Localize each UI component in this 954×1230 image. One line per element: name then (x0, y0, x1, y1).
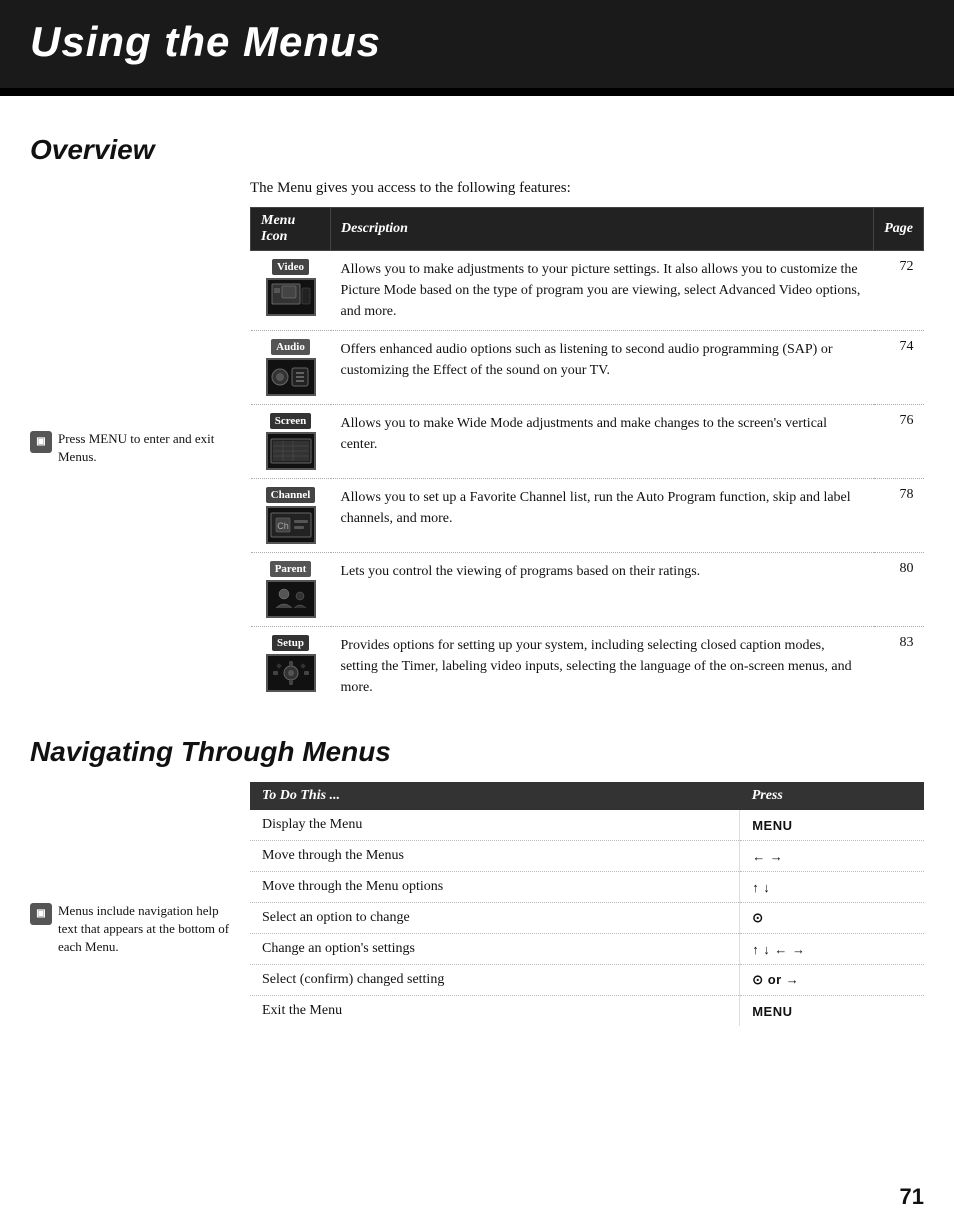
page-title: Using the Menus (30, 18, 924, 66)
nav-table-row: Move through the Menus← → (250, 841, 924, 872)
menu-table-row: Channel Ch Allows you to set up a Favorite… (251, 479, 924, 553)
nav-col-press: Press (740, 782, 924, 810)
nav-table-row: Select an option to change⊙ (250, 903, 924, 934)
menu-icon-cell: Screen (251, 405, 331, 479)
nav-press-6: MENU (740, 996, 924, 1027)
menu-desc-audio: Offers enhanced audio options such as li… (331, 331, 874, 405)
nav-layout: ▣ Menus include navigation help text tha… (30, 782, 924, 1026)
menu-desc-video: Allows you to make adjustments to your p… (331, 251, 874, 331)
menu-icon-cell: Setup (251, 627, 331, 707)
menu-desc-screen: Allows you to make Wide Mode adjustments… (331, 405, 874, 479)
menu-label-parent: Parent (270, 561, 312, 577)
col-page: Page (874, 208, 924, 251)
nav-action-5: Select (confirm) changed setting (250, 965, 740, 996)
nav-sidebar-text: Menus include navigation help text that … (58, 902, 230, 957)
nav-table: To Do This ... Press Display the MenuMEN… (250, 782, 924, 1026)
menu-icon-img-video (266, 278, 316, 316)
menu-page-audio: 74 (874, 331, 924, 405)
nav-section: Navigating Through Menus ▣ Menus include… (30, 736, 924, 1026)
nav-sidebar: ▣ Menus include navigation help text tha… (30, 782, 230, 1026)
menu-icon-img-parent (266, 580, 316, 618)
menu-icon-cell: Channel Ch (251, 479, 331, 553)
menu-label-audio: Audio (271, 339, 310, 355)
menu-table-row: Screen Allows you to make Wide Mode adjus… (251, 405, 924, 479)
overview-right: The Menu gives you access to the followi… (250, 180, 924, 706)
page-number: 71 (900, 1184, 924, 1210)
menu-icon-cell: Audio (251, 331, 331, 405)
menu-icon-img-setup (266, 654, 316, 692)
menu-label-screen: Screen (270, 413, 312, 429)
menu-table-row: Audio Offers enhanced audio options such … (251, 331, 924, 405)
overview-sidebar-note: ▣ Press MENU to enter and exit Menus. (30, 430, 230, 466)
menu-icon-cell: Parent (251, 553, 331, 627)
svg-text:Ch: Ch (277, 521, 289, 531)
menu-page-video: 72 (874, 251, 924, 331)
overview-sidebar-text: Press MENU to enter and exit Menus. (58, 430, 230, 466)
menu-desc-setup: Provides options for setting up your sys… (331, 627, 874, 707)
nav-menu-icon: ▣ (30, 903, 52, 925)
menu-table-row: Parent Lets you control the viewing of pr… (251, 553, 924, 627)
nav-table-row: Move through the Menu options↑ ↓ (250, 872, 924, 903)
nav-action-6: Exit the Menu (250, 996, 740, 1027)
nav-right: To Do This ... Press Display the MenuMEN… (250, 782, 924, 1026)
nav-action-4: Change an option's settings (250, 934, 740, 965)
menu-icon-cell: Video (251, 251, 331, 331)
overview-sidebar: ▣ Press MENU to enter and exit Menus. (30, 180, 230, 706)
header-stripe (0, 88, 954, 96)
menu-page-screen: 76 (874, 405, 924, 479)
overview-layout: ▣ Press MENU to enter and exit Menus. Th… (30, 180, 924, 706)
nav-section-title: Navigating Through Menus (30, 736, 924, 768)
menu-icon-img-channel: Ch (266, 506, 316, 544)
nav-action-2: Move through the Menu options (250, 872, 740, 903)
nav-press-0: MENU (740, 810, 924, 841)
menu-page-parent: 80 (874, 553, 924, 627)
nav-table-row: Select (confirm) changed setting⊙ or → (250, 965, 924, 996)
menu-table: Menu Icon Description Page Video Allows y… (250, 207, 924, 706)
nav-table-row: Change an option's settings↑ ↓ ← → (250, 934, 924, 965)
nav-press-2: ↑ ↓ (740, 872, 924, 903)
nav-table-row: Exit the MenuMENU (250, 996, 924, 1027)
nav-press-1: ← → (740, 841, 924, 872)
nav-table-row: Display the MenuMENU (250, 810, 924, 841)
menu-table-row: Setup Provides options for setting up you… (251, 627, 924, 707)
menu-icon-img-audio (266, 358, 316, 396)
nav-action-1: Move through the Menus (250, 841, 740, 872)
nav-press-5: ⊙ or → (740, 965, 924, 996)
menu-label-channel: Channel (266, 487, 316, 503)
col-menu-icon: Menu Icon (251, 208, 331, 251)
menu-icon-img-screen (266, 432, 316, 470)
nav-col-action: To Do This ... (250, 782, 740, 810)
menu-desc-parent: Lets you control the viewing of programs… (331, 553, 874, 627)
header-banner: Using the Menus (0, 0, 954, 88)
nav-action-3: Select an option to change (250, 903, 740, 934)
menu-page-setup: 83 (874, 627, 924, 707)
menu-page-channel: 78 (874, 479, 924, 553)
nav-action-0: Display the Menu (250, 810, 740, 841)
menu-icon: ▣ (30, 431, 52, 453)
menu-table-row: Video Allows you to make adjustments to y… (251, 251, 924, 331)
overview-intro: The Menu gives you access to the followi… (250, 180, 924, 197)
menu-label-video: Video (272, 259, 309, 275)
nav-sidebar-note: ▣ Menus include navigation help text tha… (30, 902, 230, 957)
overview-section-title: Overview (30, 134, 924, 166)
page-content: Overview ▣ Press MENU to enter and exit … (0, 96, 954, 1056)
menu-desc-channel: Allows you to set up a Favorite Channel … (331, 479, 874, 553)
nav-press-3: ⊙ (740, 903, 924, 934)
col-description: Description (331, 208, 874, 251)
nav-press-4: ↑ ↓ ← → (740, 934, 924, 965)
menu-label-setup: Setup (272, 635, 309, 651)
